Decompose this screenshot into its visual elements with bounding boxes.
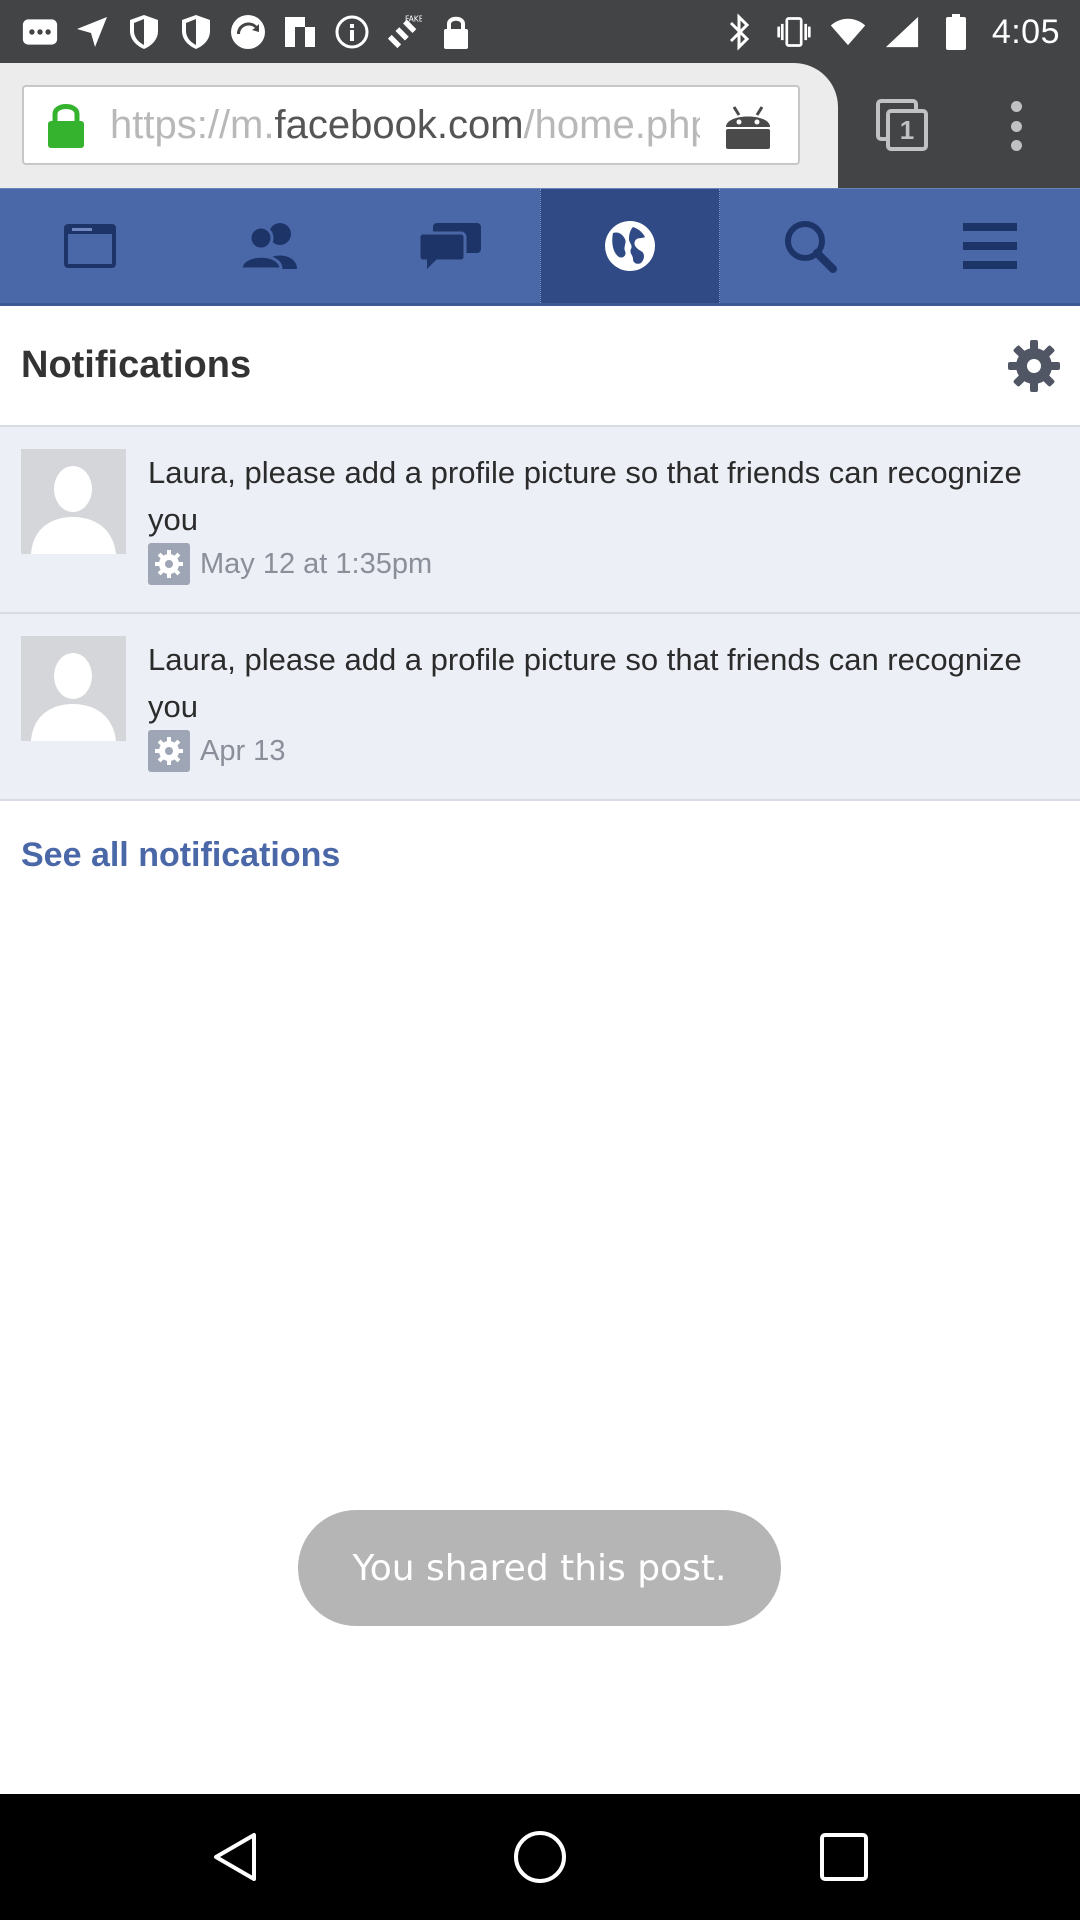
fake-gps-icon: FAKE	[386, 14, 422, 50]
recents-icon[interactable]	[814, 1827, 874, 1887]
gear-app-icon	[148, 730, 190, 772]
notification-item[interactable]: Laura, please add a profile picture so t…	[0, 614, 1080, 801]
signal-icon	[884, 14, 920, 50]
url-host: facebook.com	[274, 102, 524, 147]
page-title: Notifications	[21, 344, 252, 386]
url-text[interactable]: https://m.facebook.com/home.php	[110, 103, 700, 148]
see-all-notifications-link[interactable]: See all notifications	[21, 836, 340, 875]
hamburger-menu-icon	[963, 222, 1017, 274]
more-notifications-icon	[22, 14, 58, 50]
secure-lock-icon[interactable]	[46, 101, 86, 149]
home-icon[interactable]	[510, 1827, 570, 1887]
url-tab: https://m.facebook.com/home.php	[0, 63, 838, 188]
avatar[interactable]	[21, 449, 126, 554]
nav-messages[interactable]	[360, 189, 540, 307]
shield-icon	[126, 14, 162, 50]
sync-icon	[230, 14, 266, 50]
info-icon	[334, 14, 370, 50]
nav-search[interactable]	[720, 189, 900, 307]
status-icons-left: FAKE	[22, 10, 474, 54]
menu-dot-icon	[1010, 120, 1022, 132]
browser-menu-button[interactable]	[1004, 101, 1028, 151]
notification-meta: Apr 13	[148, 730, 285, 772]
address-bar[interactable]: https://m.facebook.com/home.php	[22, 85, 800, 165]
notification-message: Laura, please add a profile picture so t…	[148, 455, 1022, 537]
android-icon[interactable]	[722, 101, 774, 151]
url-scheme: https://m.	[110, 102, 275, 147]
globe-icon	[603, 219, 657, 278]
status-time: 4:05	[991, 12, 1060, 51]
battery-icon	[938, 14, 974, 50]
gear-app-icon	[148, 543, 190, 585]
toast-message: You shared this post.	[298, 1510, 781, 1626]
back-icon[interactable]	[206, 1827, 266, 1887]
browser-toolbar: https://m.facebook.com/home.php 1	[0, 63, 1080, 188]
notification-time: Apr 13	[200, 734, 286, 767]
tab-switcher-button[interactable]: 1	[874, 99, 930, 153]
news-feed-icon	[62, 222, 118, 275]
notification-time: May 12 at 1:35pm	[200, 547, 433, 580]
url-path: /home.php	[523, 102, 700, 147]
status-icons-right: 4:05	[722, 8, 1060, 56]
nav-news-feed[interactable]	[0, 189, 180, 307]
nav-friend-requests[interactable]	[180, 189, 360, 307]
facebook-nav-bar	[0, 188, 1080, 307]
location-arrow-icon	[74, 14, 110, 50]
shield-icon	[178, 14, 214, 50]
gear-icon[interactable]	[1008, 340, 1060, 392]
messages-icon	[417, 221, 483, 276]
notification-meta: May 12 at 1:35pm	[148, 543, 432, 585]
avatar[interactable]	[21, 636, 126, 741]
tab-count: 1	[886, 109, 928, 151]
wifi-icon	[830, 14, 866, 50]
notifications-header: Notifications	[0, 306, 1080, 427]
vibrate-icon	[776, 14, 812, 50]
menu-dot-icon	[1010, 140, 1022, 151]
svg-text:FAKE: FAKE	[405, 15, 422, 24]
flipboard-icon	[282, 14, 318, 50]
search-icon	[783, 219, 837, 278]
nav-notifications[interactable]	[540, 189, 720, 307]
lock-icon	[438, 14, 474, 50]
bluetooth-icon	[722, 13, 758, 51]
status-bar: FAKE 4:05	[0, 0, 1080, 63]
android-nav-bar	[0, 1794, 1080, 1920]
notification-message: Laura, please add a profile picture so t…	[148, 642, 1022, 724]
friends-icon	[237, 221, 303, 276]
nav-menu[interactable]	[900, 189, 1080, 307]
menu-dot-icon	[1010, 101, 1022, 112]
notification-item[interactable]: Laura, please add a profile picture so t…	[0, 427, 1080, 614]
